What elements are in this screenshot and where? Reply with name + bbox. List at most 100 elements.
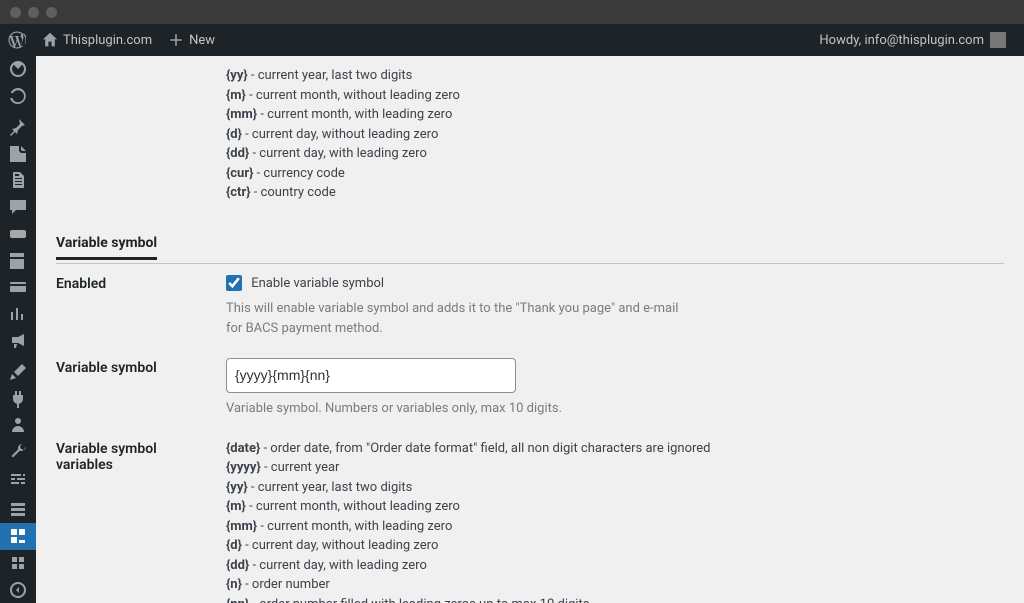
- wordpress-icon: [8, 31, 26, 49]
- variable-tag: {d}: [226, 538, 242, 553]
- brush-icon: [8, 362, 28, 382]
- woo-icon: [8, 224, 28, 244]
- wrench-icon: [8, 442, 28, 462]
- menu-item-generic-1[interactable]: [0, 496, 36, 523]
- variable-tag: {m}: [226, 499, 246, 514]
- variable-tag: {dd}: [226, 558, 249, 573]
- variable-tag: {n}: [226, 577, 242, 592]
- menu-comments[interactable]: [0, 194, 36, 221]
- variable-symbol-label: Variable symbol: [56, 348, 226, 429]
- megaphone-icon: [8, 331, 28, 351]
- variable-tag: {yy}: [226, 480, 248, 495]
- menu-plugins[interactable]: [0, 385, 36, 412]
- dashboard-icon: [8, 59, 28, 79]
- menu-settings[interactable]: [0, 465, 36, 492]
- variable-entry: {d} - current day, without leading zero: [226, 125, 994, 145]
- menu-pages[interactable]: [0, 167, 36, 194]
- menu-posts[interactable]: [0, 113, 36, 140]
- menu-appearance[interactable]: [0, 358, 36, 385]
- variable-entry: {m} - current month, without leading zer…: [226, 497, 994, 517]
- comments-icon: [8, 197, 28, 217]
- grid-icon: [8, 553, 28, 573]
- vs-vars-label: Variable symbol variables: [56, 429, 226, 603]
- menu-payments[interactable]: [0, 274, 36, 301]
- variable-entry: {date} - order date, from "Order date fo…: [226, 439, 994, 459]
- variable-entry: {yy} - current year, last two digits: [226, 66, 994, 86]
- site-name-label: Thisplugin.com: [63, 33, 152, 48]
- home-icon: [42, 32, 58, 48]
- variable-tag: {nn}: [226, 597, 249, 603]
- card-icon: [8, 277, 28, 297]
- stack-icon: [8, 499, 28, 519]
- howdy-account-menu[interactable]: Howdy, info@thisplugin.com: [811, 24, 1014, 56]
- toolkit-icon: [8, 526, 28, 546]
- variable-tag: {cur}: [226, 166, 253, 181]
- variable-entry: {dd} - current day, with leading zero: [226, 144, 994, 164]
- menu-products[interactable]: [0, 247, 36, 274]
- plug-icon: [8, 388, 28, 408]
- variable-symbol-variables-list: {date} - order date, from "Order date fo…: [226, 429, 1004, 603]
- variable-entry: {n} - order number: [226, 575, 994, 595]
- enabled-description: This will enable variable symbol and add…: [226, 299, 686, 338]
- menu-updates[interactable]: [0, 83, 36, 110]
- variable-tag: {m}: [226, 88, 246, 103]
- variable-tag: {ctr}: [226, 185, 251, 200]
- variable-entry: {mm} - current month, with leading zero: [226, 105, 994, 125]
- enable-variable-symbol-label[interactable]: Enable variable symbol: [226, 274, 384, 294]
- howdy-prefix: Howdy,: [819, 33, 864, 48]
- variable-symbol-description: Variable symbol. Numbers or variables on…: [226, 399, 686, 419]
- menu-woocommerce[interactable]: [0, 221, 36, 248]
- menu-media[interactable]: [0, 140, 36, 167]
- site-name-menu[interactable]: Thisplugin.com: [34, 24, 160, 56]
- avatar-icon: [990, 32, 1006, 48]
- pages-icon: [8, 170, 28, 190]
- variable-entry: {yyyy} - current year: [226, 458, 994, 478]
- variable-entry: {dd} - current day, with leading zero: [226, 556, 994, 576]
- variable-tag: {dd}: [226, 146, 249, 161]
- order-date-vars-continued: {yy} - current year, last two digits{m} …: [226, 56, 1004, 213]
- variable-entry: {cur} - currency code: [226, 164, 994, 184]
- menu-users[interactable]: [0, 412, 36, 439]
- menu-marketing[interactable]: [0, 328, 36, 355]
- variable-tag: {d}: [226, 127, 242, 142]
- plus-icon: [168, 32, 184, 48]
- variable-entry: {nn} - order number filled with leading …: [226, 595, 994, 603]
- menu-item-thisplugin[interactable]: [0, 523, 36, 550]
- enable-variable-symbol-text: Enable variable symbol: [251, 276, 384, 291]
- pin-icon: [8, 117, 28, 137]
- products-icon: [8, 251, 28, 271]
- enabled-label: Enabled: [56, 264, 226, 349]
- analytics-icon: [8, 304, 28, 324]
- variable-entry: {ctr} - country code: [226, 183, 994, 203]
- variable-entry: {d} - current day, without leading zero: [226, 536, 994, 556]
- menu-collapse[interactable]: [0, 576, 36, 603]
- users-icon: [8, 415, 28, 435]
- window-maximize-dot[interactable]: [46, 7, 57, 18]
- admin-sidebar: [0, 56, 36, 603]
- media-icon: [8, 144, 28, 164]
- update-icon: [8, 86, 28, 106]
- window-minimize-dot[interactable]: [28, 7, 39, 18]
- menu-item-generic-2[interactable]: [0, 550, 36, 577]
- howdy-user: info@thisplugin.com: [864, 33, 984, 48]
- variable-tag: {mm}: [226, 107, 257, 122]
- variable-tag: {mm}: [226, 519, 257, 534]
- wp-logo-menu[interactable]: [0, 24, 34, 56]
- variable-entry: {mm} - current month, with leading zero: [226, 517, 994, 537]
- variable-entry: {m} - current month, without leading zer…: [226, 86, 994, 106]
- menu-tools[interactable]: [0, 439, 36, 466]
- menu-analytics[interactable]: [0, 301, 36, 328]
- new-content-menu[interactable]: New: [160, 24, 223, 56]
- variable-symbol-input[interactable]: [226, 358, 516, 393]
- variable-tag: {yyyy}: [226, 460, 261, 475]
- admin-bar: Thisplugin.com New Howdy, info@thisplugi…: [0, 24, 1024, 56]
- variable-tag: {yy}: [226, 68, 248, 83]
- variable-entry: {yy} - current year, last two digits: [226, 478, 994, 498]
- menu-dashboard[interactable]: [0, 56, 36, 83]
- variable-tag: {date}: [226, 441, 260, 456]
- enable-variable-symbol-checkbox[interactable]: [226, 275, 242, 291]
- content-body: {yy} - current year, last two digits{m} …: [36, 56, 1024, 603]
- window-titlebar: [0, 0, 1024, 24]
- window-close-dot[interactable]: [10, 7, 21, 18]
- new-label: New: [189, 33, 215, 48]
